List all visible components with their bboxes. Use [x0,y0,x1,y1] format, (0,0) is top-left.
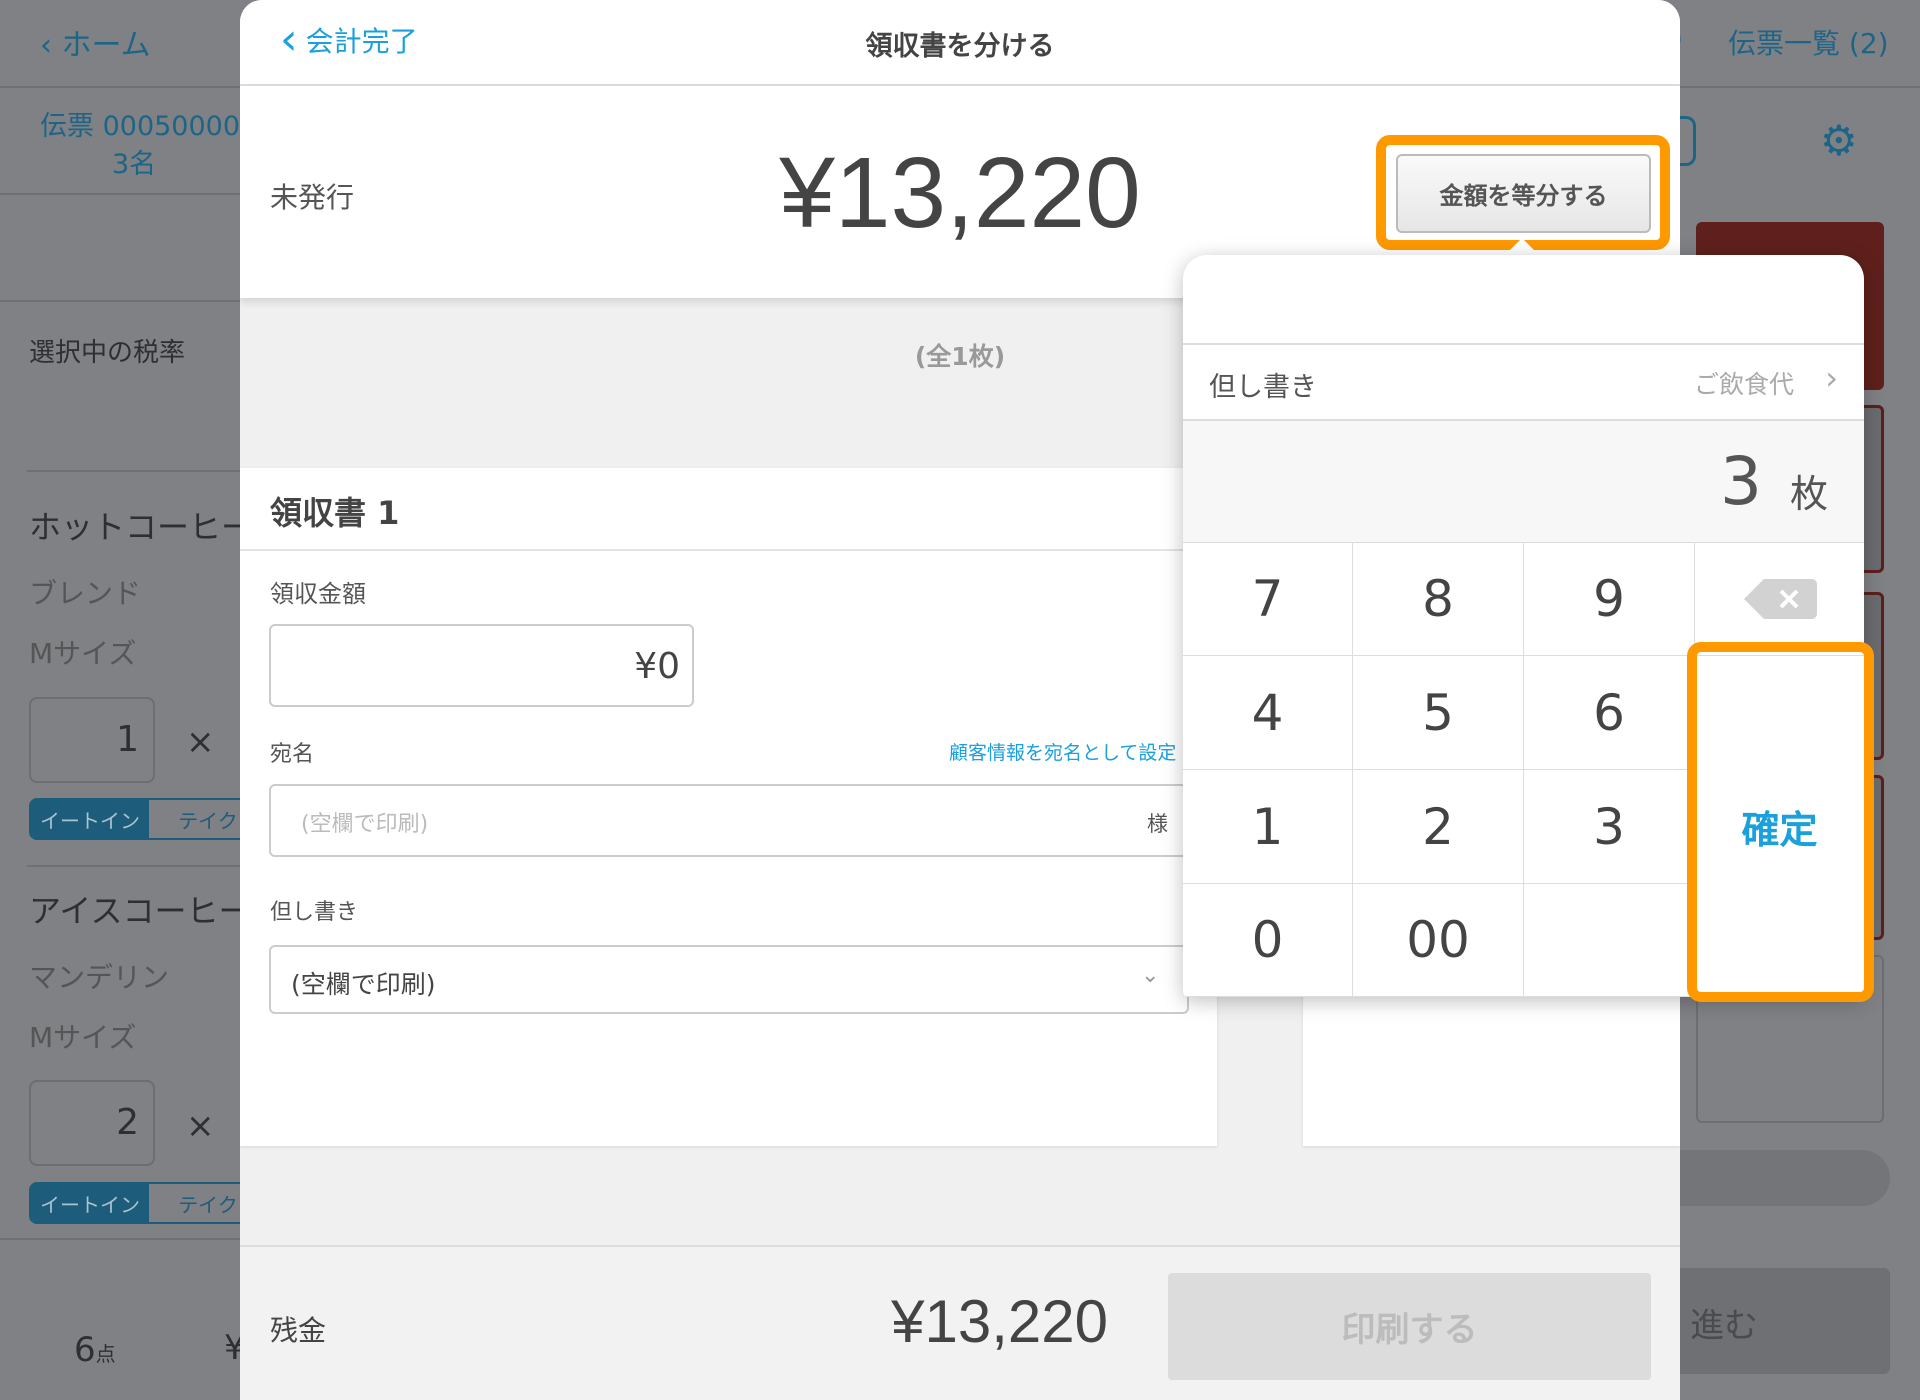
key-4[interactable]: 4 [1183,656,1353,770]
count-display: 3 枚 [1183,421,1864,543]
print-button[interactable]: 印刷する [1168,1273,1651,1380]
chevron-right-icon: › [1825,359,1838,397]
proceed-button[interactable]: 進む [1680,1268,1890,1374]
item-name: ホットコーヒー [29,508,254,546]
home-back-button[interactable]: ‹ ホーム [40,20,151,64]
remaining-amount: ¥13,220 [891,1288,1108,1355]
quantity-field[interactable]: 1 [29,697,155,783]
guest-count: 3名 [112,149,157,180]
item-name: アイスコーヒー [29,892,251,930]
tax-rate-label: 選択中の税率 [29,338,186,368]
key-6[interactable]: 6 [1524,656,1695,770]
chevron-down-icon: ⌄ [1141,963,1160,988]
modal-title: 領収書を分ける [865,31,1055,62]
gear-icon[interactable]: ⚙ [1820,116,1858,165]
eat-in-toggle[interactable]: イートイン テイク [29,1182,269,1224]
key-2[interactable]: 2 [1353,770,1524,884]
empty-key [1524,884,1695,997]
amount-label: 領収金額 [270,580,366,608]
modal-header: ‹ 会計完了 領収書を分ける [240,0,1680,86]
key-9[interactable]: 9 [1524,543,1695,656]
item-variant: ブレンド [29,577,142,610]
key-0[interactable]: 0 [1183,884,1353,997]
bottom-bar: 残金 ¥13,220 印刷する [240,1245,1680,1400]
key-1[interactable]: 1 [1183,770,1353,884]
key-3[interactable]: 3 [1524,770,1695,884]
proviso-select[interactable]: (空欄で印刷) ⌄ [269,945,1189,1014]
proviso-row[interactable]: 但し書き ご飲食代 › [1183,345,1864,421]
honorific-label: 様 [1147,812,1168,836]
receipt-title: 領収書 1 [270,494,400,532]
highlight-confirm-key [1687,642,1874,1002]
home-label: ホーム [61,28,151,63]
scroll-bar[interactable] [1680,1150,1890,1206]
highlight-split-button [1376,135,1670,250]
addressee-label: 宛名 [270,742,315,767]
quantity-field[interactable]: 2 [29,1080,155,1166]
remaining-label: 残金 [270,1314,327,1347]
set-customer-as-addressee-link[interactable]: 顧客情報を宛名として設定 [949,738,1176,765]
proviso-value: (空欄で印刷) [291,970,436,999]
amount-input[interactable]: ¥0 [269,624,694,707]
chevron-left-icon: ‹ [40,28,62,63]
slip-list-button[interactable]: 伝票一覧 (2) [1728,22,1889,62]
item-size: Mサイズ [29,637,137,670]
key-5[interactable]: 5 [1353,656,1524,770]
partial-button[interactable] [1680,116,1696,166]
proviso-row-value: ご飲食代 [1693,370,1794,399]
eat-in-toggle[interactable]: イートイン テイク [29,798,269,840]
slip-number: 伝票 00050000 [40,111,241,142]
eat-in-option[interactable]: イートイン [31,800,149,838]
item-variant: マンデリン [29,961,170,994]
addressee-placeholder: (空欄で印刷) [301,812,429,837]
backspace-icon [1743,579,1817,619]
receipt-card: 領収書 1 領収金額 ¥0 宛名 顧客情報を宛名として設定 (空欄で印刷) 様 … [240,468,1229,1146]
eat-in-option[interactable]: イートイン [31,1184,149,1222]
times-icon: × [186,1106,215,1146]
item-size: Mサイズ [29,1021,137,1054]
key-8[interactable]: 8 [1353,543,1524,656]
times-icon: × [186,722,215,762]
count-unit: 枚 [1789,472,1828,516]
proviso-row-label: 但し書き [1209,372,1317,403]
item-count: 6点 [74,1330,116,1370]
proviso-label: 但し書き [270,900,359,925]
count-value: 3 [1720,443,1762,520]
addressee-input[interactable]: (空欄で印刷) 様 [269,784,1229,857]
key-00[interactable]: 00 [1353,884,1524,997]
key-7[interactable]: 7 [1183,543,1353,656]
backspace-key[interactable] [1695,543,1864,656]
